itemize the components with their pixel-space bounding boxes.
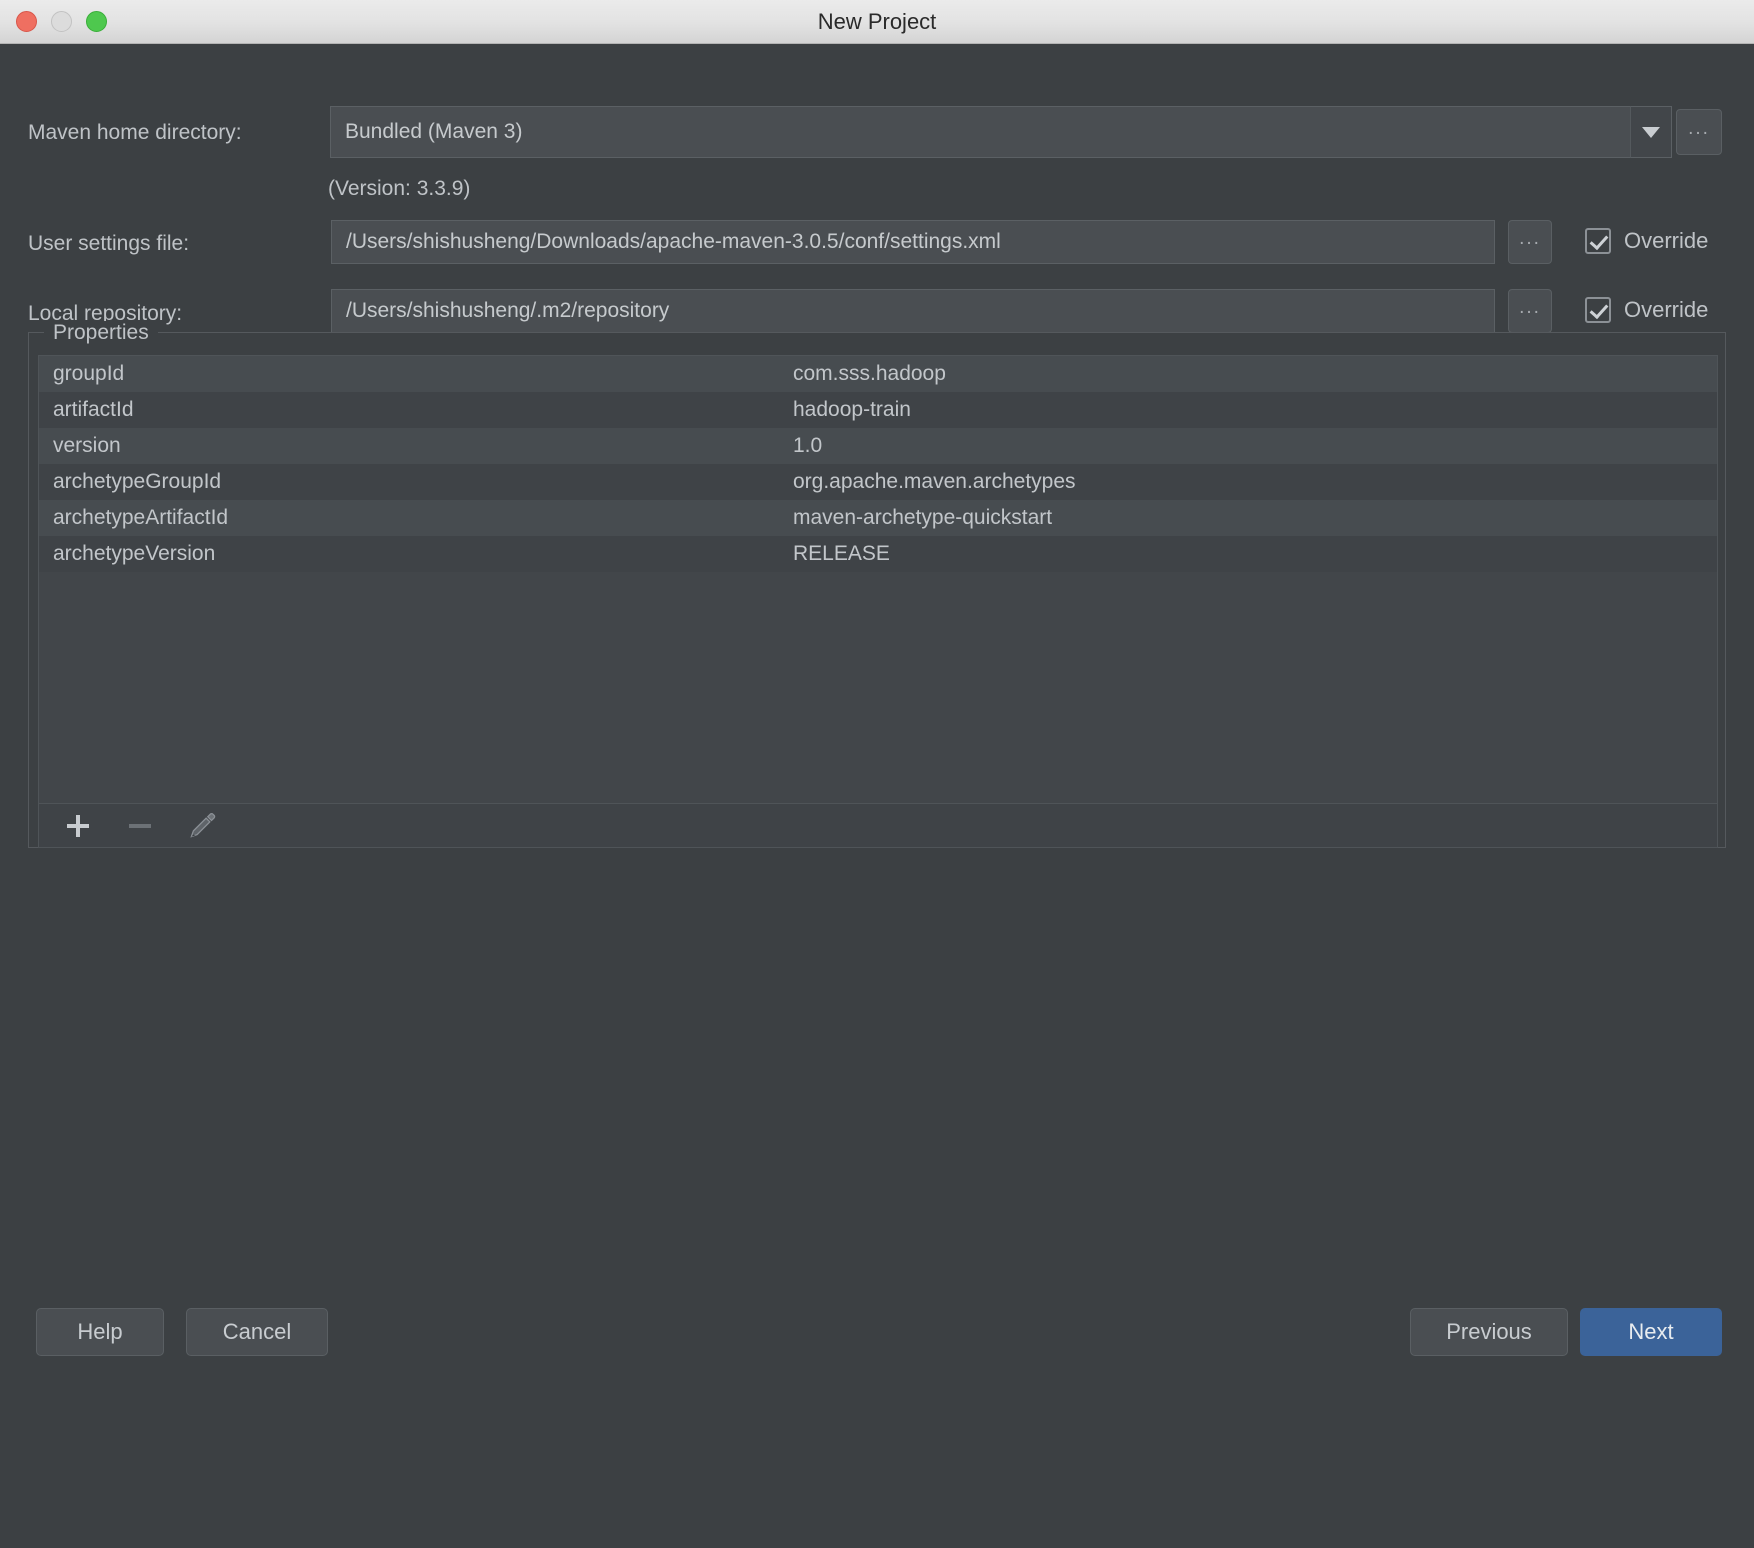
properties-table[interactable]: groupId com.sss.hadoop artifactId hadoop-tr… (38, 355, 1718, 804)
maven-home-label: Maven home directory: (28, 121, 242, 144)
property-key-cell: archetypeVersion (53, 542, 216, 565)
property-key-cell: groupId (53, 362, 125, 385)
properties-group-title: Properties (44, 321, 158, 345)
local-repository-override-checkbox[interactable]: Override (1585, 297, 1708, 323)
new-project-dialog: Maven home directory: Bundled (Maven 3) … (0, 44, 1754, 1548)
property-value-cell: 1.0 (793, 434, 823, 457)
property-key-cell: archetypeArtifactId (53, 506, 229, 529)
property-value-cell: RELEASE (793, 542, 890, 565)
help-button[interactable]: Help (36, 1308, 164, 1356)
property-key-cell: version (53, 434, 121, 457)
maven-home-combo[interactable]: Bundled (Maven 3) (330, 106, 1642, 158)
cancel-button[interactable]: Cancel (186, 1308, 328, 1356)
maven-version-note: (Version: 3.3.9) (328, 177, 471, 200)
table-row[interactable]: archetypeArtifactId maven-archetype-quick… (39, 500, 1717, 536)
user-settings-label: User settings file: (28, 232, 190, 255)
plus-icon[interactable] (61, 809, 95, 843)
local-repository-browse-button[interactable]: ... (1508, 289, 1552, 333)
checkbox-checked-icon (1585, 228, 1611, 254)
properties-table-toolbar (38, 804, 1718, 848)
window-title: New Project (817, 9, 937, 34)
pencil-icon[interactable] (185, 809, 219, 843)
table-row[interactable]: archetypeVersion RELEASE (39, 536, 1717, 572)
maven-home-browse-button[interactable]: ... (1676, 109, 1722, 155)
minus-icon (123, 809, 157, 843)
user-settings-input[interactable]: /Users/shishusheng/Downloads/apache-mave… (331, 220, 1495, 264)
table-row[interactable]: version 1.0 (39, 428, 1717, 464)
local-repository-input[interactable]: /Users/shishusheng/.m2/repository (331, 289, 1495, 333)
user-settings-override-checkbox[interactable]: Override (1585, 228, 1708, 254)
local-repository-override-label: Override (1624, 297, 1709, 322)
property-value-cell: com.sss.hadoop (793, 362, 946, 385)
table-row[interactable]: archetypeGroupId org.apache.maven.archety… (39, 464, 1717, 500)
next-button[interactable]: Next (1580, 1308, 1722, 1356)
chevron-down-icon[interactable] (1630, 106, 1672, 158)
property-value-cell: hadoop-train (793, 398, 911, 421)
table-row[interactable]: groupId com.sss.hadoop (39, 356, 1717, 392)
user-settings-override-label: Override (1624, 228, 1709, 253)
table-row[interactable]: artifactId hadoop-train (39, 392, 1717, 428)
property-value-cell: maven-archetype-quickstart (793, 506, 1053, 529)
user-settings-browse-button[interactable]: ... (1508, 220, 1552, 264)
property-value-cell: org.apache.maven.archetypes (793, 470, 1076, 493)
window-titlebar: New Project (0, 0, 1754, 44)
previous-button[interactable]: Previous (1410, 1308, 1568, 1356)
property-key-cell: artifactId (53, 398, 134, 421)
checkbox-checked-icon (1585, 297, 1611, 323)
property-key-cell: archetypeGroupId (53, 470, 222, 493)
